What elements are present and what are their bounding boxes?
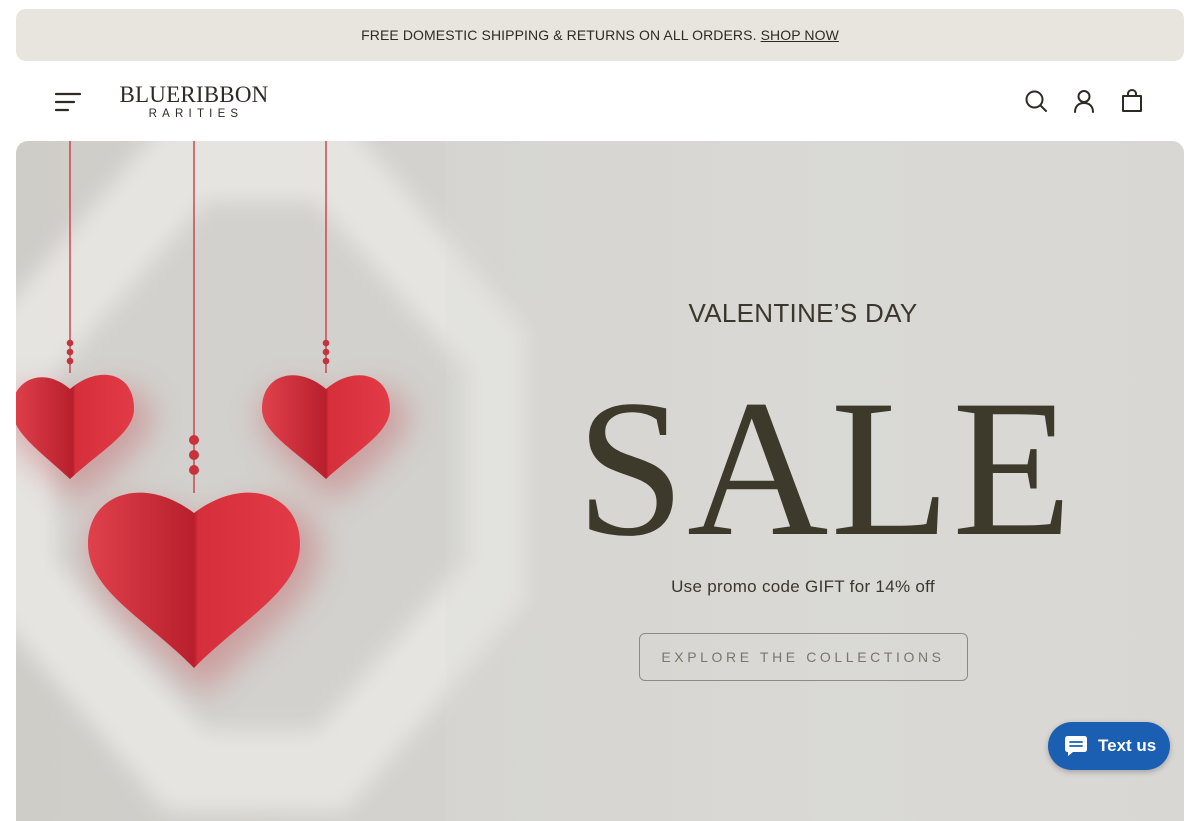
announcement-bar: FREE DOMESTIC SHIPPING & RETURNS ON ALL … (16, 9, 1184, 61)
announcement-message: FREE DOMESTIC SHIPPING & RETURNS ON ALL … (361, 27, 757, 43)
shop-now-link[interactable]: SHOP NOW (761, 27, 839, 43)
text-us-label: Text us (1098, 736, 1157, 755)
bag-icon[interactable] (1118, 87, 1146, 115)
text-us-button[interactable]: Text us (1048, 722, 1170, 770)
hero-headline: SALE (576, 360, 1074, 577)
brand-logo[interactable]: BLUERIBBON RARITIES (119, 83, 269, 121)
explore-collections-button[interactable]: EXPLORE THE COLLECTIONS (638, 633, 968, 681)
hero-eyebrow: VALENTINE’S DAY (688, 298, 918, 328)
chat-bubble-icon (1065, 736, 1087, 756)
hero-content: VALENTINE’S DAY SALE Use promo code GIFT… (576, 293, 1074, 681)
hero-promo-text: Use promo code GIFT for 14% off (671, 577, 935, 596)
hero-banner: VALENTINE’S DAY SALE Use promo code GIFT… (16, 141, 1184, 821)
logo-wordmark: BLUERIBBON (119, 82, 269, 107)
search-icon[interactable] (1022, 87, 1050, 115)
account-icon[interactable] (1070, 87, 1098, 115)
menu-icon[interactable] (52, 85, 84, 117)
site-header: BLUERIBBON RARITIES (0, 61, 1200, 141)
logo-subtitle: RARITIES (148, 108, 244, 120)
